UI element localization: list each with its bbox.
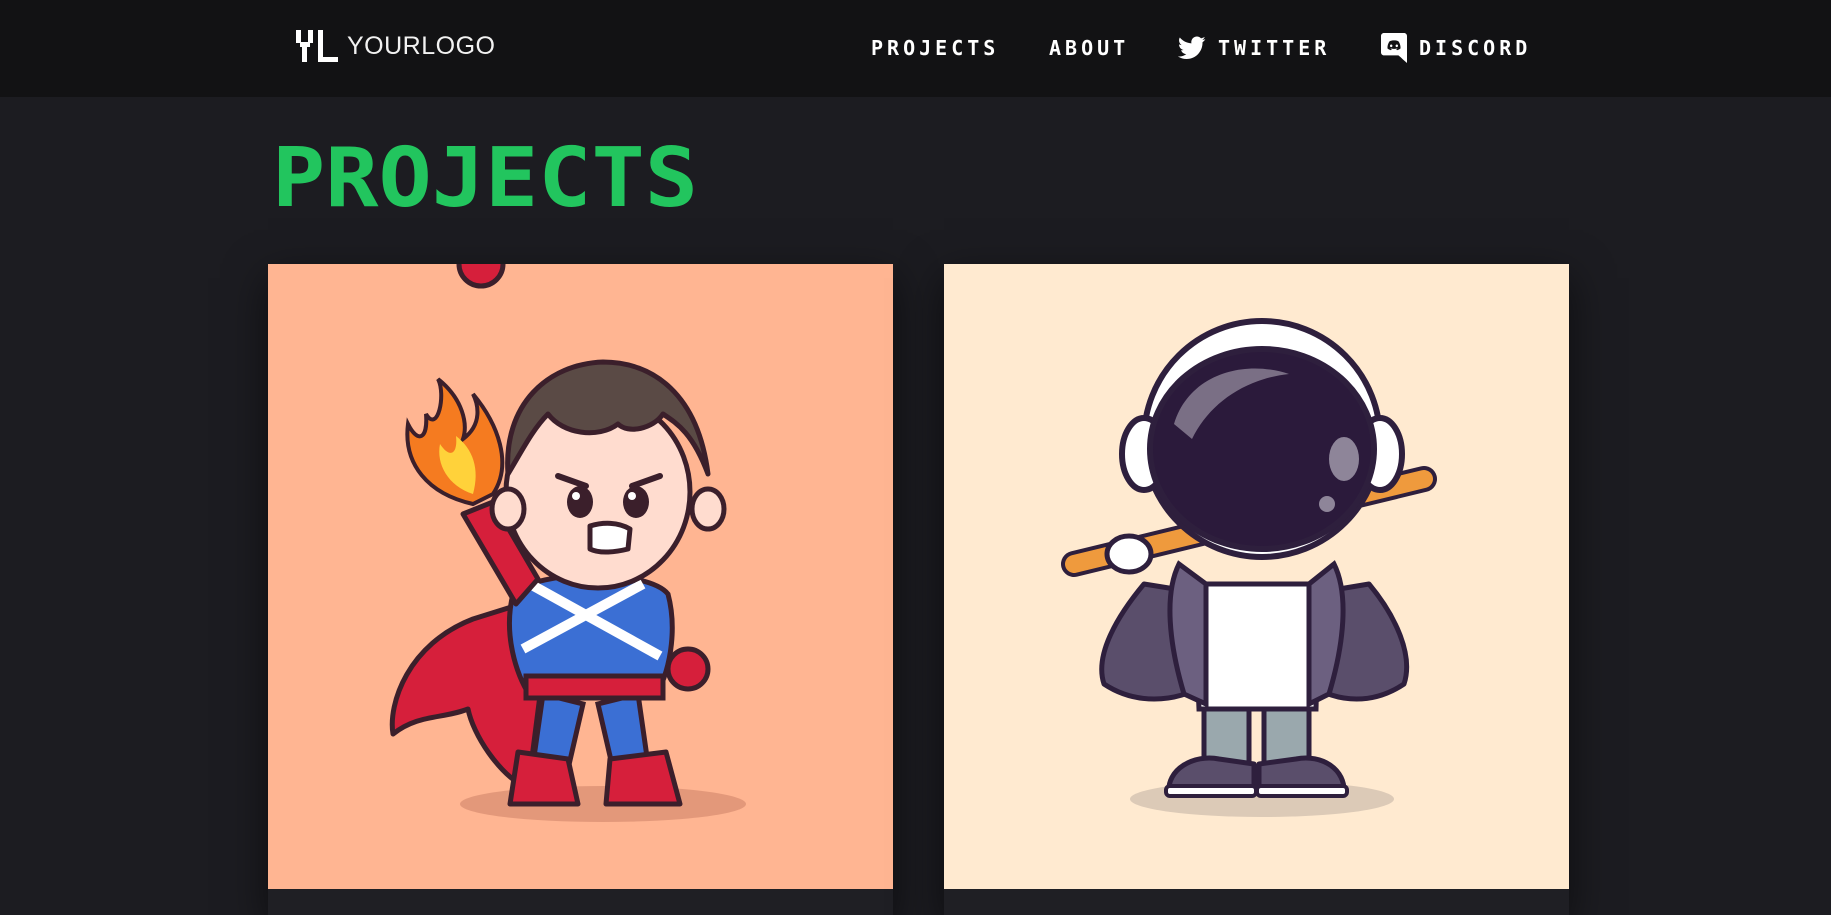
- project-card[interactable]: [944, 264, 1569, 915]
- nav-link-label: ABOUT: [1049, 36, 1130, 60]
- logo-link[interactable]: YOURLOGO: [294, 28, 495, 64]
- project-card[interactable]: [268, 264, 893, 915]
- page-title: PROJECTS: [272, 140, 698, 216]
- card-footer: [268, 889, 893, 915]
- astronaut-illustration: [944, 264, 1569, 889]
- nav-link-discord[interactable]: DISCORD: [1381, 32, 1531, 64]
- page-title-text: PROJECTS: [272, 140, 698, 216]
- nav-link-label: PROJECTS: [871, 36, 1000, 60]
- card-footer: [944, 889, 1569, 915]
- discord-icon: [1381, 33, 1407, 63]
- superhero-illustration: [268, 264, 893, 889]
- top-navigation-bar: YOURLOGO PROJECTS ABOUT TWITTER DISCORD: [0, 0, 1831, 97]
- nav-link-label: TWITTER: [1218, 36, 1331, 60]
- twitter-icon: [1178, 36, 1206, 59]
- nav-link-about[interactable]: ABOUT: [1049, 32, 1129, 64]
- nav-link-label: DISCORD: [1419, 36, 1532, 60]
- logo-text: YOURLOGO: [347, 31, 496, 60]
- nav-link-twitter[interactable]: TWITTER: [1178, 32, 1330, 64]
- nav-link-projects[interactable]: PROJECTS: [871, 32, 999, 64]
- logo-mark-icon: [296, 30, 338, 62]
